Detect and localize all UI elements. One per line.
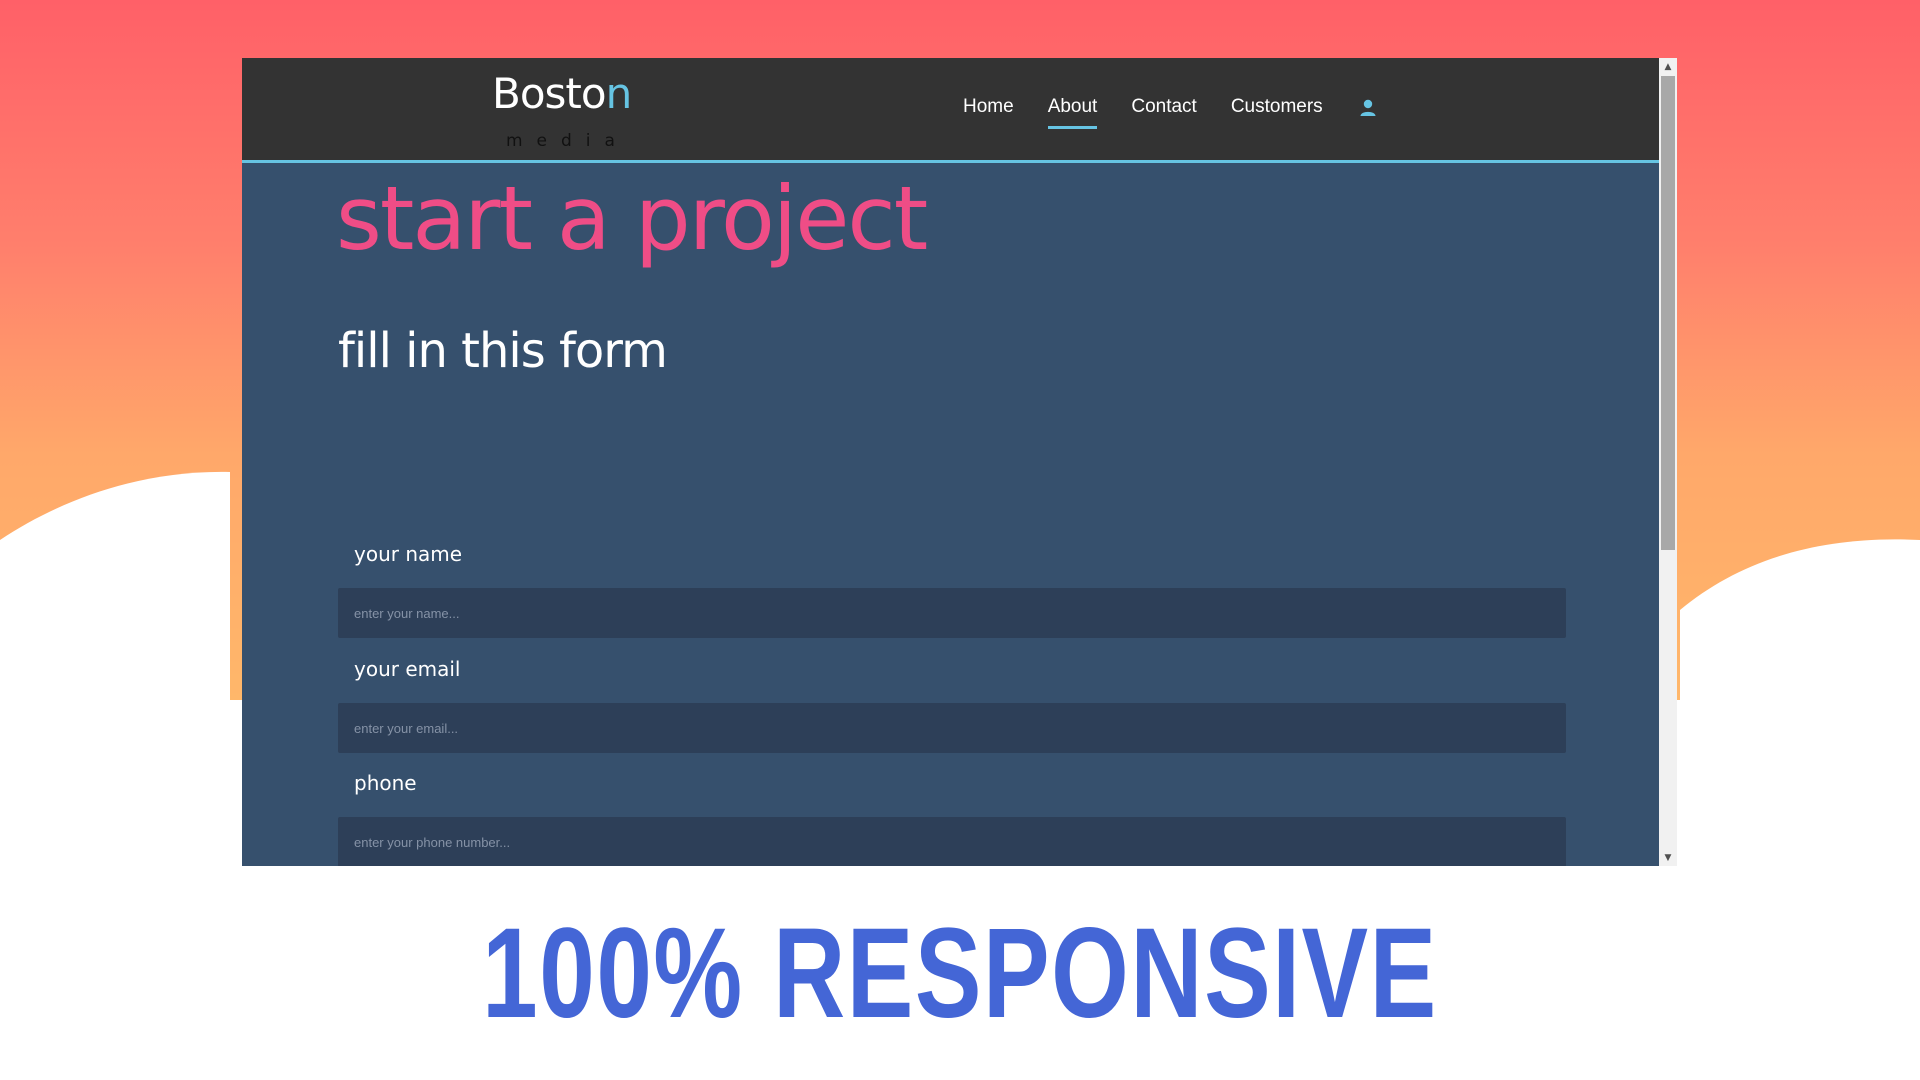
email-field[interactable]	[338, 703, 1566, 753]
logo-wordmark: Boston	[492, 69, 633, 118]
responsive-tagline: 100% RESPONSIVE	[482, 902, 1438, 1045]
form-subtitle: fill in this form	[338, 323, 668, 379]
phone-field[interactable]	[338, 817, 1566, 866]
nav-item-contact[interactable]: Contact	[1131, 96, 1196, 126]
page-title: start a project	[336, 167, 928, 270]
logo-wordmark-accent: n	[605, 69, 633, 118]
scroll-thumb[interactable]	[1661, 76, 1675, 550]
user-icon[interactable]	[1357, 97, 1379, 119]
nav-item-home[interactable]: Home	[963, 96, 1014, 126]
name-field[interactable]	[338, 588, 1566, 638]
vertical-scrollbar[interactable]: ▲ ▼	[1659, 58, 1677, 866]
scroll-down-arrow-icon[interactable]: ▼	[1659, 849, 1677, 866]
logo-wordmark-prefix: Bosto	[492, 69, 607, 118]
phone-label: phone	[354, 771, 417, 795]
scroll-up-arrow-icon[interactable]: ▲	[1659, 58, 1677, 75]
nav-item-customers[interactable]: Customers	[1231, 96, 1323, 126]
browser-frame: Boston media Home About Contact Customer…	[242, 58, 1677, 866]
promo-page: Boston media Home About Contact Customer…	[0, 0, 1920, 1080]
main-nav: Home About Contact Customers	[963, 96, 1379, 136]
email-label: your email	[354, 657, 461, 681]
navbar: Boston media Home About Contact Customer…	[242, 58, 1659, 163]
nav-item-about[interactable]: About	[1047, 96, 1098, 129]
logo-tagline: media	[506, 131, 629, 151]
site-logo[interactable]: Boston media	[492, 69, 652, 159]
name-label: your name	[354, 542, 463, 566]
